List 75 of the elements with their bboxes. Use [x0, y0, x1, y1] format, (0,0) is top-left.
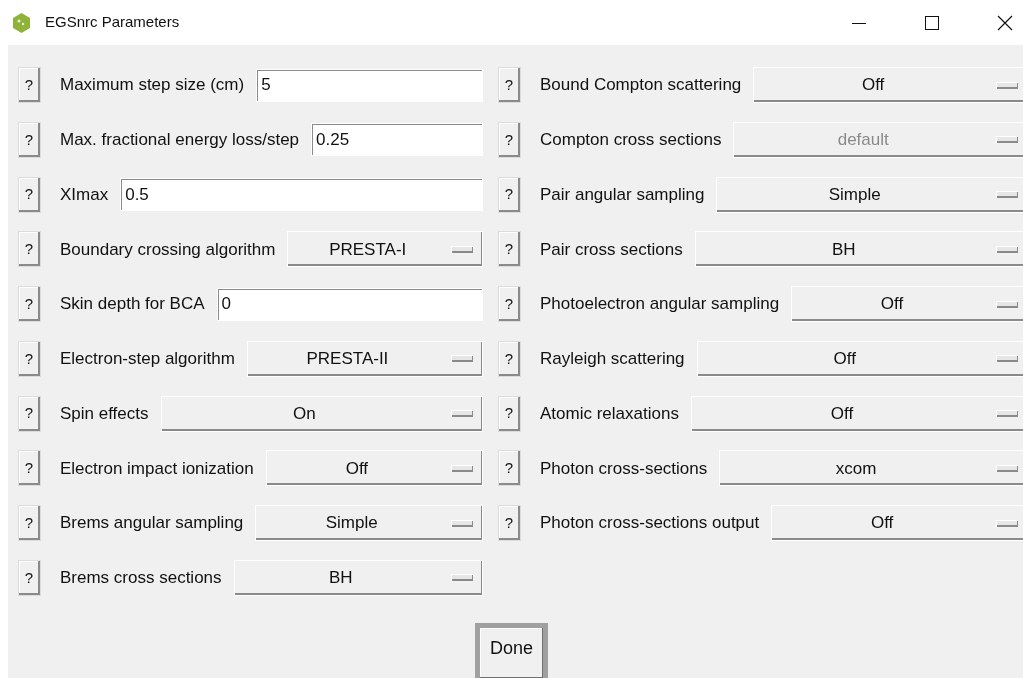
- field-label: Brems angular sampling: [60, 512, 244, 535]
- help-button[interactable]: ?: [18, 340, 41, 377]
- menu-indicator-icon: [451, 355, 473, 363]
- menu-indicator-icon: [451, 245, 473, 253]
- help-button[interactable]: ?: [498, 176, 521, 213]
- field-label: Boundary crossing algorithm: [60, 238, 276, 261]
- field-label: Photon cross-sections output: [540, 512, 760, 535]
- menu-indicator-icon: [451, 574, 473, 582]
- help-button[interactable]: ?: [18, 176, 41, 213]
- help-button[interactable]: ?: [498, 231, 521, 268]
- field-label: Electron-step algorithm: [60, 348, 235, 370]
- window-title: EGSnrc Parameters: [45, 12, 180, 33]
- option-menu[interactable]: PRESTA-II: [246, 340, 483, 377]
- option-menu[interactable]: BH: [233, 559, 483, 596]
- option-menu[interactable]: Simple: [716, 176, 1023, 213]
- option-menu[interactable]: Off: [696, 340, 1023, 377]
- option-menu[interactable]: Off: [771, 505, 1023, 541]
- maximize-icon[interactable]: [924, 14, 940, 31]
- help-button[interactable]: ?: [498, 395, 521, 432]
- field-label: Brems cross sections: [60, 567, 222, 589]
- field-label: XImax: [60, 183, 109, 206]
- field-label: Pair cross sections: [540, 238, 683, 261]
- option-menu[interactable]: Off: [753, 67, 1023, 103]
- field-label: Bound Compton scattering: [540, 74, 742, 97]
- input-field[interactable]: 0.25: [311, 123, 483, 157]
- menu-indicator-icon: [996, 410, 1018, 417]
- field-label: Rayleigh scattering: [540, 348, 685, 370]
- option-menu[interactable]: BH: [694, 231, 1023, 268]
- help-button[interactable]: ?: [498, 340, 521, 377]
- menu-indicator-icon: [996, 136, 1018, 144]
- menu-indicator-icon: [996, 300, 1018, 308]
- option-menu[interactable]: Off: [791, 286, 1023, 322]
- field-label: Photon cross-sections: [540, 457, 708, 480]
- help-button[interactable]: ?: [498, 450, 521, 487]
- menu-indicator-icon: [996, 81, 1018, 89]
- field-label: Maximum step size (cm): [60, 74, 245, 97]
- done-button[interactable]: Done: [475, 622, 548, 678]
- help-button[interactable]: ?: [18, 450, 41, 487]
- menu-indicator-icon: [996, 355, 1018, 363]
- help-button[interactable]: ?: [18, 395, 41, 432]
- help-button[interactable]: ?: [498, 67, 521, 103]
- input-field[interactable]: 0.5: [120, 178, 483, 211]
- input-field[interactable]: 0: [216, 287, 483, 321]
- field-label: Pair angular sampling: [540, 183, 705, 206]
- close-icon[interactable]: [997, 14, 1013, 31]
- option-menu[interactable]: On: [160, 395, 483, 432]
- help-button[interactable]: ?: [18, 505, 41, 541]
- field-label: Atomic relaxations: [540, 402, 679, 425]
- field-label: Max. fractional energy loss/step: [60, 129, 300, 151]
- menu-indicator-icon: [996, 245, 1018, 253]
- field-label: Compton cross sections: [540, 129, 722, 151]
- menu-indicator-icon: [451, 519, 473, 527]
- field-label: Skin depth for BCA: [60, 293, 205, 316]
- option-menu[interactable]: Off: [265, 450, 483, 487]
- input-field[interactable]: 5: [256, 68, 483, 102]
- help-button[interactable]: ?: [18, 121, 41, 158]
- field-label: Spin effects: [60, 402, 149, 425]
- menu-indicator-icon: [451, 410, 473, 417]
- help-button[interactable]: ?: [18, 559, 41, 596]
- option-menu[interactable]: xcom: [719, 450, 1023, 487]
- option-menu[interactable]: Simple: [255, 505, 483, 541]
- field-label: Photoelectron angular sampling: [540, 293, 780, 316]
- help-button[interactable]: ?: [18, 67, 41, 103]
- help-button[interactable]: ?: [18, 286, 41, 322]
- menu-indicator-icon: [996, 464, 1018, 472]
- help-button[interactable]: ?: [498, 505, 521, 541]
- app-icon: [12, 12, 31, 33]
- menu-indicator-icon: [996, 519, 1018, 527]
- menu-indicator-icon: [996, 191, 1018, 198]
- help-button[interactable]: ?: [498, 286, 521, 322]
- help-button[interactable]: ?: [18, 231, 41, 268]
- option-menu[interactable]: PRESTA-I: [287, 231, 483, 268]
- menu-indicator-icon: [451, 464, 473, 472]
- field-label: Electron impact ionization: [60, 457, 254, 480]
- option-menu[interactable]: Off: [690, 395, 1023, 432]
